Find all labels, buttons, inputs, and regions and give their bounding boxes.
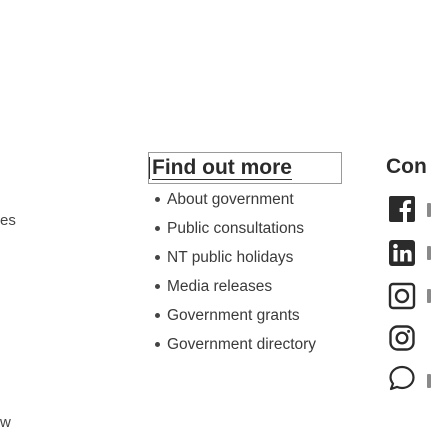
link-government-directory[interactable]: Government directory <box>148 330 316 359</box>
find-out-more-list: About government Public consultations NT… <box>148 185 316 359</box>
linkedin-link[interactable] <box>388 239 416 267</box>
link-government-grants[interactable]: Government grants <box>148 301 316 330</box>
contact-heading: Con <box>386 155 427 178</box>
twitter-label-cut <box>427 374 431 388</box>
facebook-label-cut <box>427 203 431 217</box>
linkedin-label-cut <box>427 246 431 260</box>
twitter-icon <box>389 365 415 391</box>
find-out-more-heading-box: Find out more <box>148 152 342 184</box>
instagram-icon <box>389 325 415 351</box>
cut-off-text-top: es <box>0 212 16 229</box>
linkedin-icon <box>389 240 415 266</box>
text-caret <box>149 157 150 179</box>
flickr-label-cut <box>427 289 431 303</box>
facebook-icon <box>389 196 415 222</box>
instagram-link[interactable] <box>388 324 416 352</box>
cut-off-text-bottom: w <box>0 414 11 431</box>
link-media-releases[interactable]: Media releases <box>148 272 316 301</box>
link-about-government[interactable]: About government <box>148 185 316 214</box>
flickr-icon <box>388 282 416 310</box>
flickr-link[interactable] <box>388 282 416 310</box>
link-public-consultations[interactable]: Public consultations <box>148 214 316 243</box>
link-nt-public-holidays[interactable]: NT public holidays <box>148 243 316 272</box>
find-out-more-heading: Find out more <box>149 153 292 183</box>
twitter-link[interactable] <box>388 364 416 392</box>
find-out-more-title: Find out more <box>152 156 292 179</box>
facebook-link[interactable] <box>388 195 416 223</box>
